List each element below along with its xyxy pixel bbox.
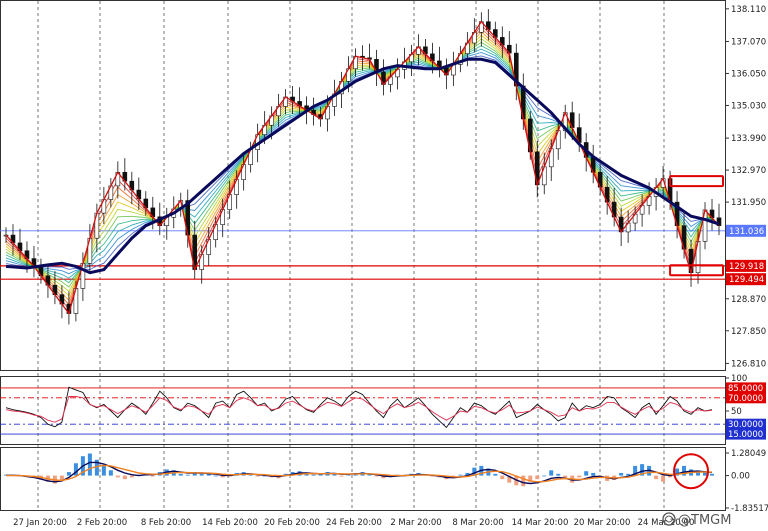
- macd-histogram-bar: [101, 465, 106, 476]
- macd-histogram-bar: [493, 473, 498, 476]
- macd-histogram-bar: [374, 475, 379, 477]
- macd-histogram-bar: [87, 453, 92, 476]
- time-tick-label: 20 Mar 20:00: [574, 518, 631, 528]
- rsi-tick-label: 50: [731, 407, 742, 417]
- macd-tick-label: 1.28049: [731, 449, 766, 459]
- time-tick-label: 2 Feb 20:00: [77, 518, 127, 528]
- time-tick-label: 27 Jan 20:00: [13, 518, 67, 528]
- price-tick-label: 127.850: [731, 327, 766, 337]
- time-tick-label: 24 Feb 20:00: [326, 518, 382, 528]
- price-tick-label: 132.970: [731, 166, 766, 176]
- price-tick-label: 128.870: [731, 295, 766, 305]
- level-tag-label: 129.918: [729, 262, 764, 272]
- macd-histogram-bar: [661, 475, 666, 482]
- price-tick-label: 126.810: [731, 359, 766, 369]
- macd-histogram-bar: [339, 475, 344, 477]
- time-tick-label: 2 Mar 20:00: [390, 518, 441, 528]
- price-tick-label: 138.110: [731, 5, 766, 15]
- price-tick-label: 131.950: [731, 198, 766, 208]
- time-tick-label: 20 Feb 20:00: [264, 518, 320, 528]
- macd-histogram-bar: [178, 473, 183, 476]
- macd-tick-label: 0.00: [731, 472, 750, 482]
- time-tick-label: 8 Mar 20:00: [452, 518, 503, 528]
- macd-histogram-bar: [549, 470, 554, 476]
- price-tick-label: 135.030: [731, 101, 766, 111]
- level-tag-label: 129.494: [729, 275, 764, 285]
- macd-histogram-bar: [556, 473, 561, 476]
- macd-histogram-bar: [619, 472, 624, 476]
- macd-histogram-bar: [255, 475, 260, 477]
- macd-histogram-bar: [654, 475, 659, 480]
- chart-canvas: 138.110 137.070 136.050 135.030 133.990 132.9…: [0, 0, 768, 531]
- rsi-level-tag-label: 15.0000: [728, 430, 763, 440]
- macd-histogram-bar: [185, 474, 190, 476]
- macd-histogram-bar: [521, 475, 526, 487]
- macd-histogram-bar: [122, 475, 127, 480]
- macd-histogram-bar: [577, 475, 582, 478]
- macd-histogram-bar: [311, 474, 316, 476]
- watermark-text: @TMGM: [678, 513, 731, 528]
- macd-histogram-bar: [108, 470, 113, 476]
- macd-histogram-bar: [710, 473, 715, 476]
- time-tick-label: 14 Feb 20:00: [202, 518, 258, 528]
- macd-histogram-bar: [535, 475, 540, 480]
- macd-histogram-bar: [542, 475, 547, 477]
- time-axis: 27 Jan 20:00 2 Feb 20:00 8 Feb 20:00 14 Feb…: [13, 518, 694, 528]
- macd-histogram-bar: [500, 475, 505, 480]
- price-tick-label: 136.050: [731, 69, 766, 79]
- macd-histogram-bar: [458, 474, 463, 476]
- macd-histogram-bar: [129, 475, 134, 478]
- macd-histogram-bar: [213, 475, 218, 477]
- price-tick-label: 133.990: [731, 134, 766, 144]
- time-tick-label: 8 Feb 20:00: [141, 518, 191, 528]
- macd-histogram-bar: [591, 472, 596, 476]
- macd-histogram-bar: [115, 475, 120, 478]
- price-tick-label: 137.070: [731, 37, 766, 47]
- time-tick-label: 14 Mar 20:00: [512, 518, 569, 528]
- level-tag-label: 131.036: [729, 227, 764, 237]
- macd-histogram-bar: [584, 471, 589, 476]
- macd-histogram-bar: [150, 475, 155, 477]
- rsi-level-tag-label: 70.0000: [728, 394, 763, 404]
- macd-tick-label: -1.83517: [731, 504, 768, 514]
- macd-histogram-bar: [66, 472, 71, 476]
